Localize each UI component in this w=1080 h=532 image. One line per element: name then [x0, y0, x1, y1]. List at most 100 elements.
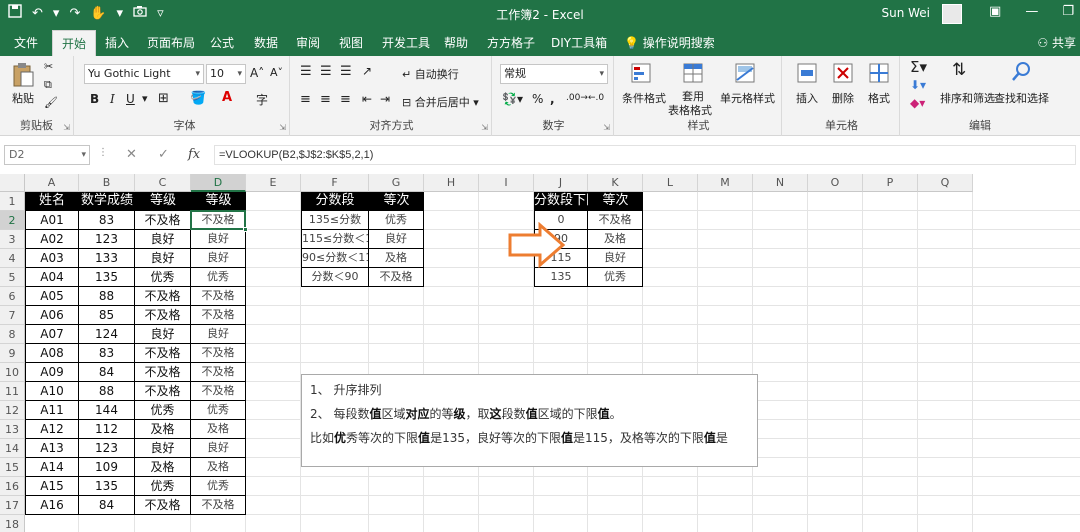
row-header-14[interactable]: 14: [0, 439, 25, 458]
merge-center-button[interactable]: ⊟ 合并后居中 ▾: [402, 94, 479, 110]
tab-home[interactable]: 开始: [52, 30, 97, 56]
increase-decimal-icon[interactable]: .00→: [566, 93, 588, 103]
copy-icon[interactable]: ⧉: [44, 78, 52, 92]
shrink-font-button[interactable]: A˅: [270, 66, 283, 79]
user-name[interactable]: Sun Wei: [881, 6, 930, 20]
row-header-8[interactable]: 8: [0, 325, 25, 344]
formula-input[interactable]: =VLOOKUP(B2,$J$2:$K$5,2,1): [214, 145, 1076, 165]
borders-icon[interactable]: ⊞: [158, 91, 169, 106]
tab-data[interactable]: 数据: [254, 34, 278, 51]
column-header-j[interactable]: J: [534, 174, 588, 192]
column-header-f[interactable]: F: [301, 174, 369, 192]
arrow-right-shape[interactable]: [507, 222, 567, 268]
column-header-m[interactable]: M: [698, 174, 753, 192]
conditional-formatting-button[interactable]: 条件格式: [622, 90, 666, 106]
conditional-formatting-icon[interactable]: [630, 62, 652, 84]
enter-icon[interactable]: ✓: [158, 147, 169, 162]
tab-page-layout[interactable]: 页面布局: [147, 34, 195, 51]
share-button[interactable]: ⚇ 共享: [1037, 34, 1076, 51]
row-header-5[interactable]: 5: [0, 268, 25, 287]
number-format-select[interactable]: 常规 ▾: [500, 64, 608, 84]
currency-icon[interactable]: 💱▾: [502, 92, 523, 106]
font-name-select[interactable]: Yu Gothic Light ▾: [84, 64, 204, 84]
insert-cells-button[interactable]: 插入: [796, 90, 818, 106]
middle-align-icon[interactable]: ☰: [320, 64, 332, 79]
column-header-i[interactable]: I: [479, 174, 534, 192]
format-painter-icon[interactable]: 🖌: [44, 96, 58, 109]
explanation-text-box[interactable]: 1、 升序排列 2、 每段数值区域对应的等级，取这段数值区域的下限值。 比如优秀等次…: [301, 374, 758, 467]
align-center-icon[interactable]: ≡: [320, 92, 331, 107]
underline-button[interactable]: U: [126, 92, 135, 106]
column-header-n[interactable]: N: [753, 174, 808, 192]
tab-view[interactable]: 视图: [339, 34, 363, 51]
row-header-1[interactable]: 1: [0, 192, 25, 211]
row-header-2[interactable]: 2: [0, 211, 25, 230]
sort-filter-icon[interactable]: ⇅: [952, 60, 966, 80]
row-header-10[interactable]: 10: [0, 363, 25, 382]
row-header-18[interactable]: 18: [0, 515, 25, 532]
delete-cells-icon[interactable]: [832, 62, 854, 84]
orientation-icon[interactable]: ↗: [362, 64, 372, 78]
increase-indent-icon[interactable]: ⇥: [380, 92, 390, 106]
cut-icon[interactable]: ✂: [44, 60, 53, 73]
row-header-9[interactable]: 9: [0, 344, 25, 363]
insert-function-icon[interactable]: fx: [188, 147, 200, 162]
column-header-d[interactable]: D: [191, 174, 246, 192]
font-launcher-icon[interactable]: ⇲: [279, 123, 286, 132]
select-all-button[interactable]: [0, 174, 25, 192]
row-header-15[interactable]: 15: [0, 458, 25, 477]
fill-color-icon[interactable]: 🪣: [190, 91, 206, 106]
chevron-down-icon[interactable]: ▾: [142, 92, 148, 105]
restore-icon[interactable]: ❐: [1062, 4, 1074, 19]
column-header-g[interactable]: G: [369, 174, 424, 192]
format-cells-button[interactable]: 格式: [868, 90, 890, 106]
top-align-icon[interactable]: ☰: [300, 64, 312, 79]
row-header-6[interactable]: 6: [0, 287, 25, 306]
cancel-icon[interactable]: ✕: [126, 147, 137, 162]
paste-button[interactable]: 粘贴: [12, 90, 34, 106]
sort-filter-button[interactable]: 排序和筛选: [940, 90, 995, 106]
tab-diy-toolbox[interactable]: DIY工具箱: [551, 34, 607, 51]
column-header-a[interactable]: A: [25, 174, 79, 192]
minimize-icon[interactable]: —: [1025, 4, 1038, 19]
percent-icon[interactable]: %: [532, 92, 543, 106]
row-header-12[interactable]: 12: [0, 401, 25, 420]
column-header-p[interactable]: P: [863, 174, 918, 192]
autosum-icon[interactable]: Σ▾: [910, 58, 927, 76]
align-right-icon[interactable]: ≡: [340, 92, 351, 107]
tab-file[interactable]: 文件: [14, 34, 38, 51]
format-as-table-label-2[interactable]: 表格格式: [668, 102, 712, 118]
tab-fangfang[interactable]: 方方格子: [487, 34, 535, 51]
font-color-icon[interactable]: A: [222, 90, 232, 105]
tell-me-search[interactable]: 💡 操作说明搜索: [624, 34, 715, 51]
row-header-3[interactable]: 3: [0, 230, 25, 249]
find-select-button[interactable]: 查找和选择: [994, 90, 1049, 106]
more-options-icon[interactable]: ⋮: [98, 147, 108, 158]
avatar[interactable]: [942, 4, 962, 24]
column-header-l[interactable]: L: [643, 174, 698, 192]
find-select-icon[interactable]: [1010, 60, 1032, 82]
font-size-select[interactable]: 10 ▾: [206, 64, 246, 84]
row-header-7[interactable]: 7: [0, 306, 25, 325]
align-left-icon[interactable]: ≡: [300, 92, 311, 107]
fill-handle[interactable]: [243, 227, 248, 232]
tab-review[interactable]: 审阅: [296, 34, 320, 51]
row-header-17[interactable]: 17: [0, 496, 25, 515]
delete-cells-button[interactable]: 删除: [832, 90, 854, 106]
tab-insert[interactable]: 插入: [105, 34, 129, 51]
fill-icon[interactable]: ⬇▾: [910, 78, 926, 92]
column-header-h[interactable]: H: [424, 174, 479, 192]
worksheet-grid[interactable]: A B C D E F G H I J K L M N O P Q 1 2 3 4 5 6 7 8 9 10 11 12 13 14 15 16…: [0, 174, 1080, 532]
bold-button[interactable]: B: [90, 92, 99, 106]
column-header-b[interactable]: B: [79, 174, 135, 192]
phonetic-icon[interactable]: 字: [256, 91, 268, 108]
comma-style-icon[interactable]: ,: [550, 92, 555, 106]
column-header-k[interactable]: K: [588, 174, 643, 192]
cell-styles-button[interactable]: 单元格样式: [720, 90, 775, 106]
row-header-4[interactable]: 4: [0, 249, 25, 268]
column-header-o[interactable]: O: [808, 174, 863, 192]
row-header-16[interactable]: 16: [0, 477, 25, 496]
wrap-text-button[interactable]: ↵ 自动换行: [402, 66, 459, 82]
tab-help[interactable]: 帮助: [444, 34, 468, 51]
tab-formulas[interactable]: 公式: [210, 34, 234, 51]
